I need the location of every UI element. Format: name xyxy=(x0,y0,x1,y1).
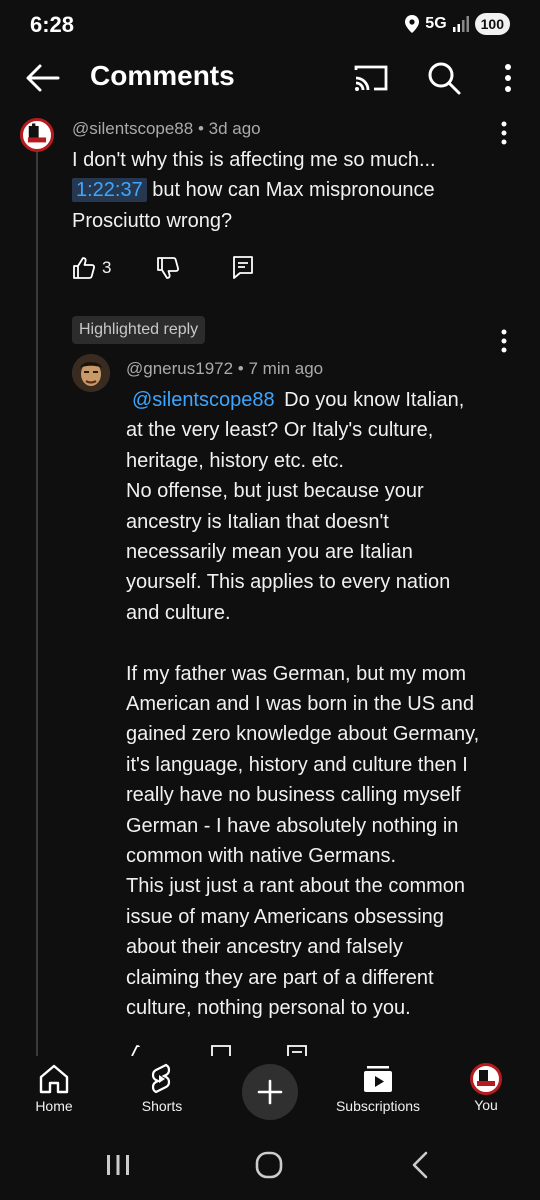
reply-more-icon[interactable] xyxy=(494,326,514,356)
reply-line: common with native Germans. xyxy=(126,845,397,868)
reply-reply-icon[interactable] xyxy=(286,1044,308,1056)
arrow-left-icon[interactable] xyxy=(24,62,60,94)
comment-author[interactable]: @silentscope88 xyxy=(72,119,193,138)
recent-apps-icon[interactable] xyxy=(105,1153,131,1177)
bottom-nav: Home Shorts Subscriptions You xyxy=(0,1056,540,1132)
reply-line: necessarily mean you are Italian xyxy=(126,541,413,564)
thumbs-up-icon xyxy=(73,257,95,279)
nav-shorts-label: Shorts xyxy=(141,1098,183,1114)
reply-line: issue of many Americans obsessing xyxy=(126,905,444,928)
back-chevron-icon[interactable] xyxy=(410,1151,430,1179)
nav-subscriptions-label: Subscriptions xyxy=(335,1098,421,1114)
reply-line-text: Do you know Italian, xyxy=(278,389,465,411)
reply-line: it's language, history and culture then … xyxy=(126,753,468,776)
battery-level: 100 xyxy=(474,13,510,35)
reply-line: German - I have absolutely nothing in xyxy=(126,814,459,837)
signal-icon xyxy=(452,16,469,32)
location-icon xyxy=(405,15,420,33)
meta-separator: • xyxy=(237,359,249,378)
home-circle-icon[interactable] xyxy=(255,1151,283,1179)
comment-text: I don't why this is affecting me so much… xyxy=(72,145,492,236)
timestamp-link[interactable]: 1:22:37 xyxy=(72,178,147,203)
comment-line: Prosciutto wrong? xyxy=(72,209,233,232)
status-time: 6:28 xyxy=(30,12,75,37)
reply-line: claiming they are part of a different xyxy=(126,966,434,989)
more-vert-icon[interactable] xyxy=(496,62,520,94)
like-count: 3 xyxy=(102,258,112,277)
nav-shorts[interactable]: Shorts xyxy=(112,1062,212,1114)
reply-line: No offense, but just because your xyxy=(126,480,424,503)
mention-link[interactable]: @silentscope88 xyxy=(126,389,279,411)
network-type: 5G xyxy=(425,15,447,32)
avatar[interactable] xyxy=(20,118,54,152)
highlighted-reply-badge: Highlighted reply xyxy=(72,316,206,344)
thumbs-down-icon[interactable] xyxy=(156,256,180,280)
search-icon[interactable] xyxy=(426,60,462,96)
nav-home-label: Home xyxy=(35,1098,73,1114)
reply-line: If my father was German, but my mom xyxy=(126,662,467,685)
reply-line: about their ancestry and falsely xyxy=(126,936,403,959)
reply-line: This just just a rant about the common xyxy=(126,875,466,898)
reply-line: and culture. xyxy=(126,601,231,624)
status-bar: 6:28 5G 100 xyxy=(0,0,540,50)
reply-line: American and I was born in the US and xyxy=(126,693,474,716)
profile-photo-icon xyxy=(72,354,110,392)
reply-meta: @gnerus1972 • 7 min ago xyxy=(126,359,323,379)
reply-blank-line xyxy=(126,628,521,658)
create-button[interactable] xyxy=(242,1064,298,1120)
nav-subscriptions[interactable]: Subscriptions xyxy=(318,1062,438,1114)
nav-you-label: You xyxy=(474,1097,498,1113)
page-title: Comments xyxy=(90,60,235,91)
profile-avatar-icon xyxy=(470,1063,502,1095)
comment-age: 3d ago xyxy=(208,119,261,138)
comment-line: I don't why this is affecting me so much… xyxy=(72,149,436,171)
shorts-icon xyxy=(151,1063,171,1094)
profile-logo-icon xyxy=(27,123,47,143)
nav-home[interactable]: Home xyxy=(4,1062,104,1114)
reply-line: at the very least? Or Italy's culture, xyxy=(126,419,434,442)
nav-you[interactable]: You xyxy=(436,1062,536,1113)
comment-meta: @silentscope88 • 3d ago xyxy=(72,119,261,139)
reply-like-icon[interactable] xyxy=(126,1044,150,1056)
reply-line: @silentscope88 Do you know Italian, xyxy=(126,385,521,415)
reply-line: culture, nothing personal to you. xyxy=(126,997,411,1020)
app-bar: Comments xyxy=(0,50,540,106)
reply-text: @silentscope88 Do you know Italian, at t… xyxy=(126,385,521,1024)
home-icon xyxy=(39,1064,69,1094)
reply-line: gained zero knowledge about Germany, xyxy=(126,723,480,746)
reply-dislike-icon[interactable] xyxy=(210,1044,234,1056)
status-icons: 5G 100 xyxy=(405,13,510,35)
thread-line xyxy=(36,152,38,1056)
comment-line-text: but how can Max mispronounce xyxy=(146,179,435,202)
comment-line: 1:22:37 but how can Max mispronounce xyxy=(72,175,492,205)
reply-age: 7 min ago xyxy=(248,359,324,378)
avatar[interactable] xyxy=(72,354,110,392)
create-plus-icon xyxy=(257,1079,283,1105)
cast-icon[interactable] xyxy=(352,62,390,94)
reply-icon[interactable] xyxy=(232,255,254,279)
reply-line: yourself. This applies to every nation xyxy=(126,571,451,594)
reply-author[interactable]: @gnerus1972 xyxy=(126,359,233,378)
reply-line: heritage, history etc. etc. xyxy=(126,449,344,472)
meta-separator: • xyxy=(197,119,209,138)
like-button[interactable]: 3 xyxy=(72,256,111,280)
subscriptions-icon xyxy=(364,1066,392,1092)
reply-line: really have no business calling myself xyxy=(126,784,461,807)
system-nav-bar xyxy=(0,1132,540,1200)
comment-more-icon[interactable] xyxy=(494,118,514,148)
reply-line: ancestry is Italian that doesn't xyxy=(126,510,389,533)
